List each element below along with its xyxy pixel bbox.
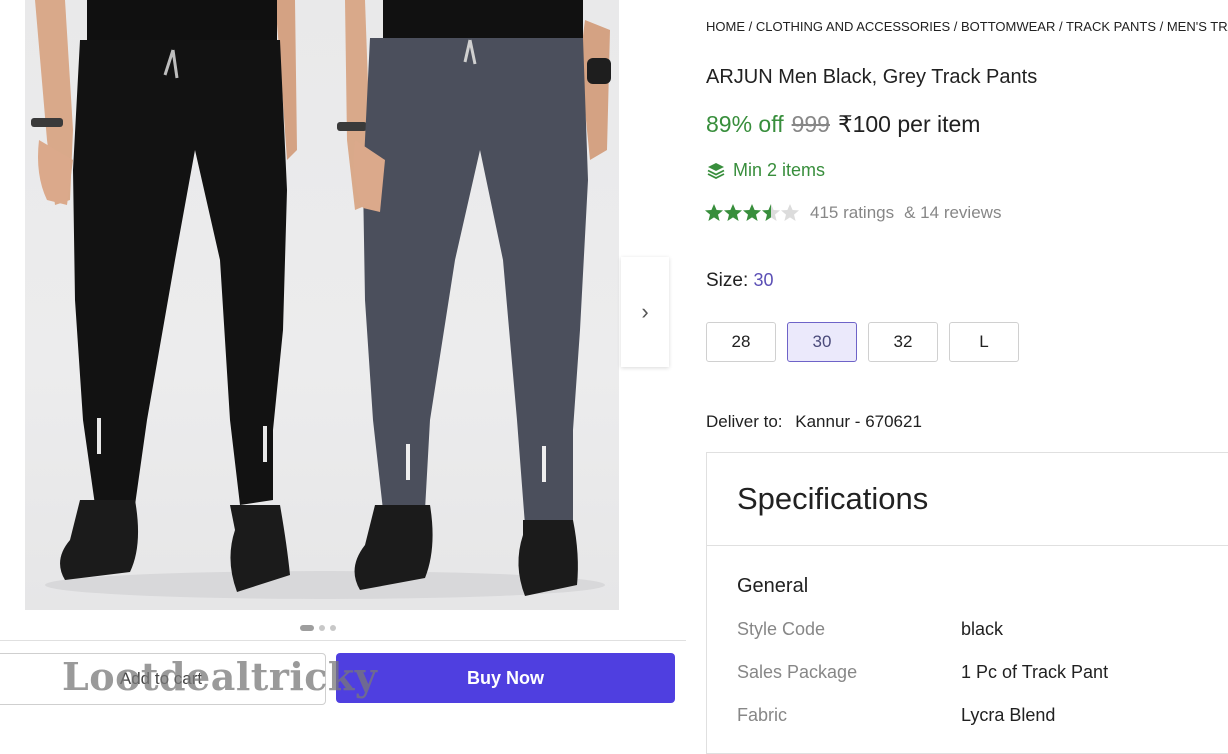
- deliver-location: Kannur - 670621: [795, 412, 922, 431]
- spec-key: Style Code: [737, 619, 826, 639]
- chevron-right-icon: ›: [641, 299, 649, 324]
- rating-row[interactable]: 415 ratings & 14 reviews: [704, 203, 1001, 223]
- watermark: Lootdealtricky: [62, 654, 378, 699]
- delivery-info[interactable]: Deliver to: Kannur - 670621: [706, 412, 922, 432]
- ratings-count: 415 ratings: [810, 203, 895, 222]
- size-label-text: Size:: [706, 270, 749, 291]
- deliver-label: Deliver to:: [706, 412, 783, 431]
- star-icon: [743, 204, 761, 221]
- star-rating: [704, 203, 800, 223]
- pagination-dot[interactable]: [330, 625, 336, 631]
- star-empty-icon: [781, 204, 799, 221]
- selected-size-value: 30: [753, 270, 774, 290]
- star-icon: [705, 204, 723, 221]
- size-option-28[interactable]: 28: [706, 322, 776, 362]
- spec-value: black: [961, 619, 1004, 639]
- product-image[interactable]: [25, 0, 619, 610]
- breadcrumb[interactable]: HOME / CLOTHING AND ACCESSORIES / BOTTOM…: [706, 19, 1228, 34]
- min-items-badge: Min 2 items: [706, 160, 825, 181]
- size-option-30[interactable]: 30: [787, 322, 857, 362]
- specifications-panel: Specifications General Style Code black …: [706, 452, 1228, 754]
- size-label: Size: 30: [706, 270, 774, 292]
- image-pagination-dots: [300, 625, 336, 631]
- mrp-price: 999: [791, 111, 830, 137]
- min-items-label: Min 2 items: [733, 160, 826, 180]
- size-option-32[interactable]: 32: [868, 322, 938, 362]
- star-half-icon: [762, 204, 780, 221]
- discount-label: 89% off: [706, 111, 784, 137]
- star-icon: [724, 204, 742, 221]
- price-row: 89% off 999 ₹100 per item: [706, 111, 980, 138]
- spec-key: Fabric: [737, 705, 788, 725]
- pagination-dot-active[interactable]: [300, 625, 314, 631]
- spec-value: Lycra Blend: [961, 705, 1056, 725]
- spec-value: 1 Pc of Track Pant: [961, 662, 1109, 682]
- pagination-dot[interactable]: [319, 625, 325, 631]
- specifications-title: Specifications: [737, 481, 929, 516]
- divider: [707, 545, 1228, 546]
- next-image-button[interactable]: ›: [621, 257, 669, 367]
- size-selector: 28 30 32 L: [706, 322, 1019, 362]
- product-title: ARJUN Men Black, Grey Track Pants: [706, 66, 1038, 88]
- size-option-l[interactable]: L: [949, 322, 1019, 362]
- spec-section-general: General: [737, 575, 809, 597]
- layers-icon: [707, 162, 725, 179]
- product-photo: [31, 0, 611, 599]
- buy-now-button[interactable]: Buy Now: [336, 653, 675, 703]
- selling-price: ₹100 per item: [837, 111, 981, 137]
- reviews-count: & 14 reviews: [904, 203, 1002, 222]
- spec-key: Sales Package: [737, 662, 858, 682]
